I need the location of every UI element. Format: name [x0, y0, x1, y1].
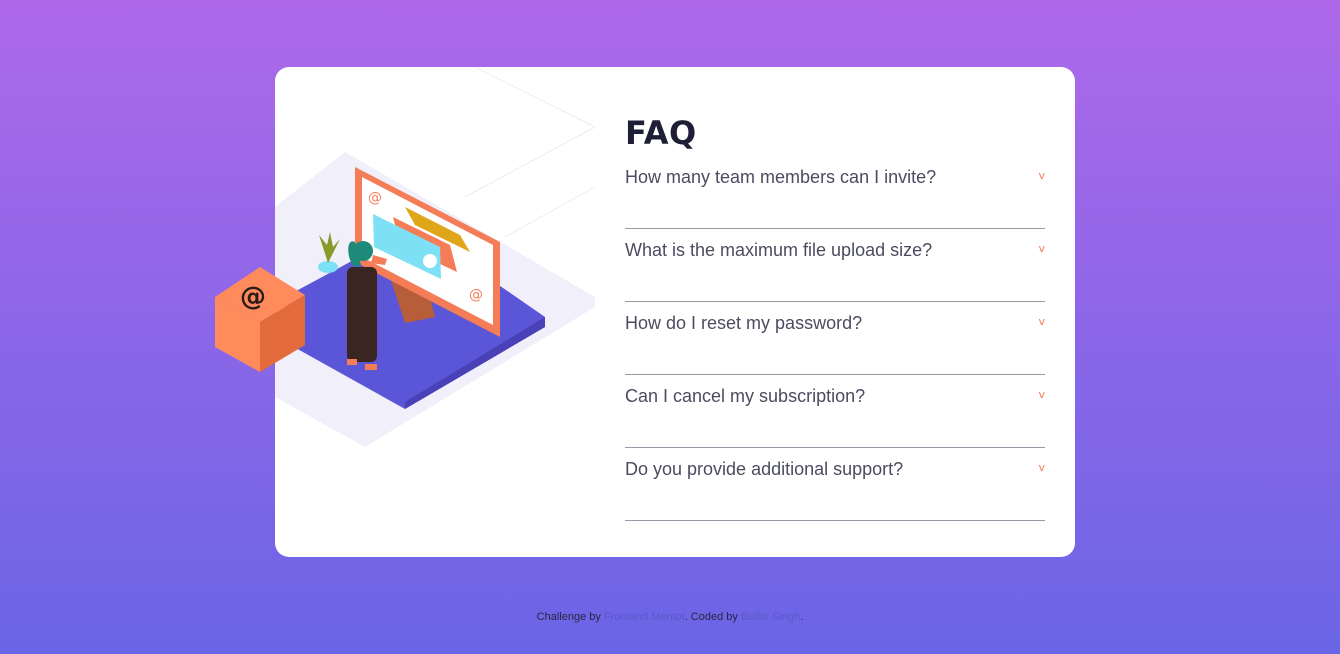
attribution-middle: . Coded by [684, 611, 741, 623]
faq-question: How do I reset my password? [625, 313, 863, 333]
at-symbol-icon: @ [368, 190, 382, 206]
faq-item[interactable]: Do you provide additional support? v [625, 449, 1045, 521]
chevron-down-icon[interactable]: v [1038, 169, 1045, 182]
faq-question: How many team members can I invite? [625, 167, 937, 187]
faq-question: Do you provide additional support? [625, 459, 904, 479]
frontend-mentor-link[interactable]: Frontend Mentor [604, 611, 685, 623]
chevron-down-icon[interactable]: v [1038, 461, 1045, 474]
faq-item[interactable]: What is the maximum file upload size? v [625, 230, 1045, 302]
author-link[interactable]: Balbir Singh [741, 611, 800, 623]
chevron-down-icon[interactable]: v [1038, 388, 1045, 401]
attribution-prefix: Challenge by [536, 611, 604, 623]
attribution-suffix: . [800, 611, 804, 623]
chevron-down-icon[interactable]: v [1038, 242, 1045, 255]
faq-item[interactable]: How do I reset my password? v [625, 303, 1045, 375]
faq-card: @ @ @ FAQ How many team members can I in… [215, 67, 1075, 557]
faq-section: FAQ How many team members can I invite? … [625, 111, 1045, 522]
faq-item[interactable]: Can I cancel my subscription? v [625, 376, 1045, 448]
illustration-woman-online: @ @ @ [215, 152, 595, 447]
faq-question: Can I cancel my subscription? [625, 386, 866, 406]
chevron-down-icon[interactable]: v [1038, 315, 1045, 328]
faq-question: What is the maximum file upload size? [625, 240, 933, 260]
at-symbol-icon-2: @ [469, 287, 483, 303]
at-box-icon: @ [240, 282, 266, 312]
attribution: Challenge by Frontend Mentor. Coded by B… [0, 611, 1340, 623]
faq-title: FAQ [625, 114, 697, 152]
faq-list: How many team members can I invite? v Wh… [625, 157, 1045, 521]
faq-item[interactable]: How many team members can I invite? v [625, 157, 1045, 229]
